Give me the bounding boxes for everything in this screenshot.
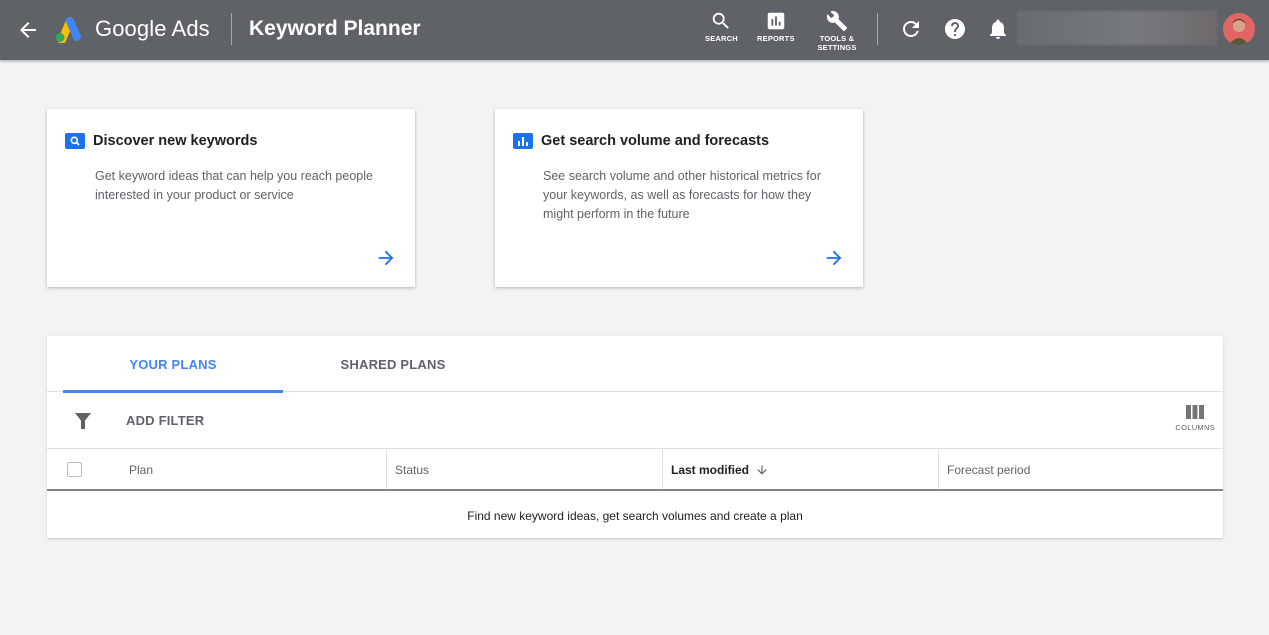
top-app-bar: Google Ads Keyword Planner SEARCH REPORT…: [0, 0, 1269, 60]
search-icon: [65, 133, 85, 149]
refresh-icon[interactable]: [899, 17, 923, 41]
back-arrow-icon[interactable]: [16, 18, 40, 42]
filter-toolbar: ADD FILTER COLUMNS: [47, 393, 1223, 449]
columns-button[interactable]: COLUMNS: [1175, 405, 1215, 432]
select-all-checkbox[interactable]: [67, 462, 82, 477]
empty-state-message: Find new keyword ideas, get search volum…: [467, 508, 803, 523]
tools-settings-label: TOOLS & SETTINGS: [817, 34, 857, 52]
column-label: Status: [395, 462, 430, 477]
column-header-status[interactable]: Status: [386, 450, 662, 489]
arrow-forward-icon[interactable]: [823, 247, 845, 269]
column-label: Plan: [129, 462, 154, 477]
discover-keywords-card[interactable]: Discover new keywords Get keyword ideas …: [47, 109, 415, 287]
add-filter-button[interactable]: ADD FILTER: [126, 413, 204, 428]
filter-icon[interactable]: [74, 412, 92, 430]
account-info-redacted[interactable]: [1017, 11, 1217, 45]
wrench-icon: [826, 11, 848, 32]
column-header-forecast-period[interactable]: Forecast period: [938, 450, 1223, 489]
card-description: See search volume and other historical m…: [543, 169, 821, 221]
search-volume-forecasts-card[interactable]: Get search volume and forecasts See sear…: [495, 109, 863, 287]
google-ads-logo: [55, 17, 81, 43]
card-title: Discover new keywords: [93, 133, 258, 149]
header-divider: [231, 13, 232, 45]
columns-icon: [1186, 405, 1205, 419]
bar-chart-icon: [513, 133, 533, 149]
page-title: Keyword Planner: [249, 17, 421, 40]
avatar[interactable]: [1223, 13, 1255, 45]
reports-label: REPORTS: [757, 34, 795, 43]
sort-descending-icon: [757, 464, 767, 475]
column-header-last-modified[interactable]: Last modified: [662, 450, 938, 489]
search-label: SEARCH: [705, 34, 738, 43]
search-icon: [713, 12, 730, 29]
notifications-icon[interactable]: [986, 17, 1010, 41]
reports-button[interactable]: REPORTS: [757, 10, 795, 43]
brand-name: Google Ads: [95, 16, 210, 41]
plans-panel: YOUR PLANS SHARED PLANS ADD FILTER COLUM…: [47, 336, 1223, 538]
arrow-forward-icon[interactable]: [375, 247, 397, 269]
tab-your-plans[interactable]: YOUR PLANS: [63, 336, 283, 393]
card-description: Get keyword ideas that can help you reac…: [95, 169, 373, 202]
card-title: Get search volume and forecasts: [541, 133, 770, 149]
tools-settings-button[interactable]: TOOLS & SETTINGS: [815, 10, 859, 52]
plans-tabs: YOUR PLANS SHARED PLANS: [47, 336, 1223, 393]
column-header-plan[interactable]: Plan: [129, 450, 386, 489]
search-button[interactable]: SEARCH: [705, 10, 738, 43]
user-photo-icon: [1229, 19, 1249, 45]
header-separator: [877, 13, 878, 45]
column-label: Forecast period: [947, 462, 1031, 477]
tab-shared-plans[interactable]: SHARED PLANS: [283, 336, 503, 392]
columns-label: COLUMNS: [1175, 423, 1215, 432]
reports-icon: [767, 12, 785, 30]
table-header: Plan Status Last modified Forecast perio…: [47, 450, 1223, 491]
help-icon[interactable]: [943, 17, 967, 41]
column-label: Last modified: [671, 462, 750, 477]
